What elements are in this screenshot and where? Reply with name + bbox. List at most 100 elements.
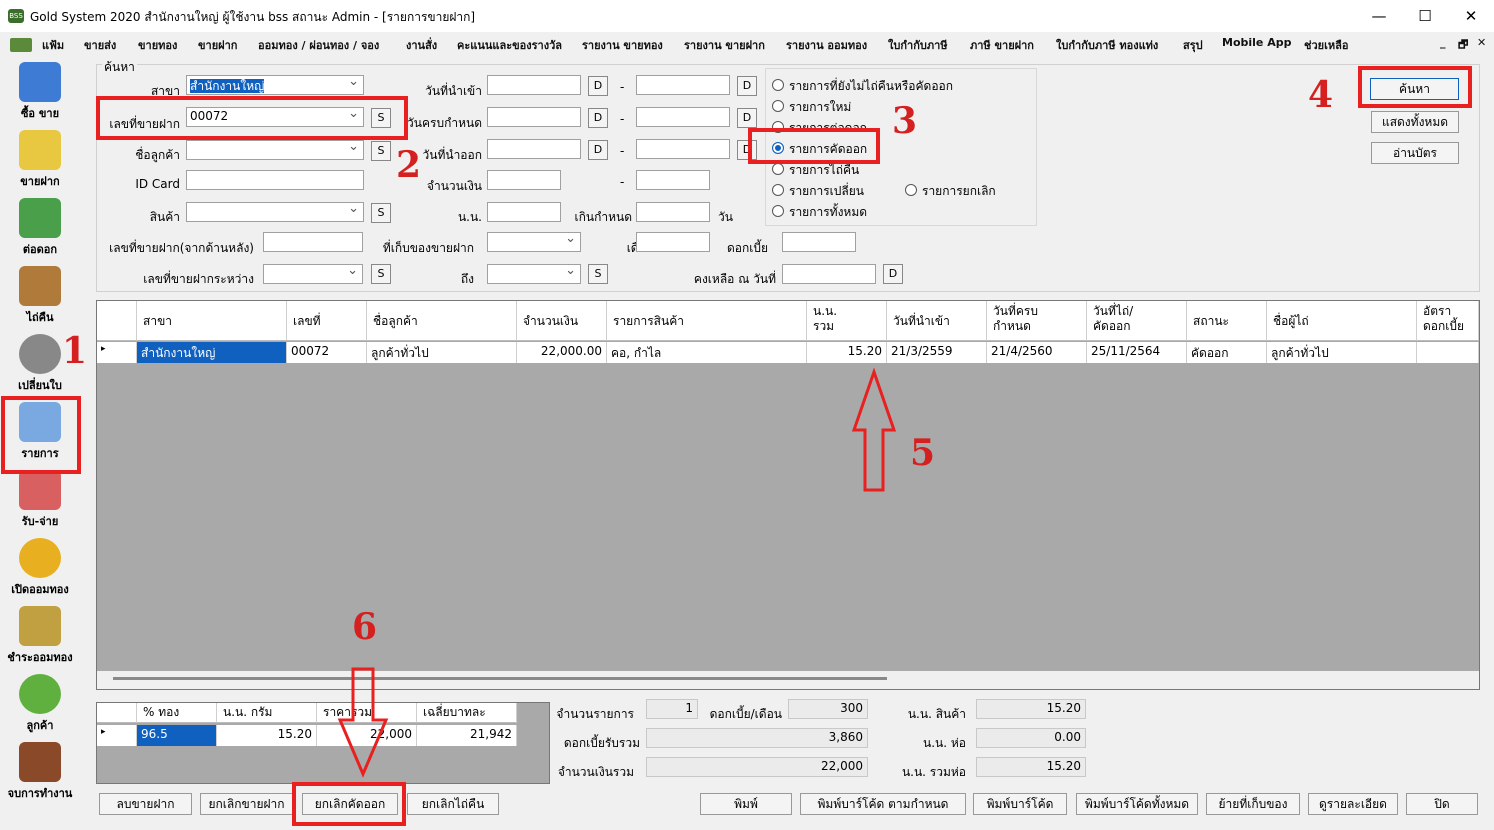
col-product[interactable]: รายการสินค้า bbox=[607, 301, 807, 341]
cancel-pawn-button[interactable]: ยกเลิกขายฝาก bbox=[200, 793, 293, 815]
date-in-from-input[interactable] bbox=[487, 75, 581, 95]
pawn-between-to-select[interactable] bbox=[487, 264, 581, 284]
cell-branch[interactable]: สำนักงานใหญ่ bbox=[137, 342, 287, 363]
menu-report-pawn[interactable]: รายงาน ขายฝาก bbox=[684, 36, 765, 54]
remain-date-input[interactable] bbox=[782, 264, 876, 284]
horizontal-scrollbar[interactable] bbox=[97, 671, 1479, 689]
date-out-from-picker[interactable]: D bbox=[588, 140, 608, 160]
col-customer[interactable]: ชื่อลูกค้า bbox=[367, 301, 517, 341]
gold-cell-weight[interactable]: 15.20 bbox=[217, 725, 317, 746]
due-to-picker[interactable]: D bbox=[737, 108, 757, 128]
pawn-between-from-select[interactable] bbox=[263, 264, 363, 284]
menu-mobile-app[interactable]: Mobile App bbox=[1222, 36, 1291, 49]
pawn-no-search-button[interactable]: S bbox=[371, 108, 391, 128]
radio-changed[interactable]: รายการเปลี่ยน bbox=[772, 182, 864, 201]
col-amount[interactable]: จำนวนเงิน bbox=[517, 301, 607, 341]
menu-tax-pawn[interactable]: ภาษี ขายฝาก bbox=[970, 36, 1034, 54]
maximize-button[interactable]: ☐ bbox=[1402, 0, 1448, 32]
interest-input[interactable] bbox=[782, 232, 856, 252]
cancel-removal-button[interactable]: ยกเลิกคัดออก bbox=[302, 793, 398, 815]
menu-wholesale[interactable]: ขายส่ง bbox=[84, 36, 116, 54]
scrollbar-thumb[interactable] bbox=[113, 677, 887, 680]
month-input[interactable] bbox=[636, 232, 710, 252]
search-button[interactable]: ค้นหา bbox=[1370, 78, 1459, 100]
cell-redeem-date[interactable]: 25/11/2564 bbox=[1087, 342, 1187, 363]
show-all-button[interactable]: แสดงทั้งหมด bbox=[1371, 111, 1459, 133]
pawn-back-input[interactable] bbox=[263, 232, 363, 252]
radio-all[interactable]: รายการทั้งหมด bbox=[772, 203, 867, 222]
date-in-to-picker[interactable]: D bbox=[737, 76, 757, 96]
storage-select[interactable] bbox=[487, 232, 581, 252]
cell-redeemer[interactable]: ลูกค้าทั่วไป bbox=[1267, 342, 1417, 363]
date-in-from-picker[interactable]: D bbox=[588, 76, 608, 96]
menu-orders[interactable]: งานสั่ง bbox=[406, 36, 437, 54]
col-branch[interactable]: สาขา bbox=[137, 301, 287, 341]
due-from-picker[interactable]: D bbox=[588, 108, 608, 128]
menu-report-sell[interactable]: รายงาน ขายทอง bbox=[582, 36, 663, 54]
radio-cancelled[interactable]: รายการยกเลิก bbox=[905, 182, 996, 201]
menu-help[interactable]: ช่วยเหลือ bbox=[1304, 36, 1348, 54]
col-weight[interactable]: น.น. รวม bbox=[807, 301, 887, 341]
print-button[interactable]: พิมพ์ bbox=[700, 793, 792, 815]
radio-not-redeemed[interactable]: รายการที่ยังไม่ไถ่คืนหรือคัดออก bbox=[772, 77, 953, 96]
col-rate[interactable]: อัตรา ดอกเบี้ย bbox=[1417, 301, 1479, 341]
gold-col-percent[interactable]: % ทอง bbox=[137, 703, 217, 723]
cell-number[interactable]: 00072 bbox=[287, 342, 367, 363]
sidebar-item-exit[interactable]: จบการทำงาน bbox=[2, 738, 78, 804]
cell-product[interactable]: คอ, กำไล bbox=[607, 342, 807, 363]
cell-status[interactable]: คัดออก bbox=[1187, 342, 1267, 363]
menu-file[interactable]: แฟ้ม bbox=[42, 36, 64, 54]
cell-rate[interactable] bbox=[1417, 342, 1479, 363]
idcard-input[interactable] bbox=[186, 170, 364, 190]
col-date-in[interactable]: วันที่นำเข้า bbox=[887, 301, 987, 341]
customer-select[interactable] bbox=[186, 140, 364, 160]
due-to-input[interactable] bbox=[636, 107, 730, 127]
date-out-to-picker[interactable]: D bbox=[737, 140, 757, 160]
print-barcode-button[interactable]: พิมพ์บาร์โค้ด bbox=[973, 793, 1067, 815]
cell-weight[interactable]: 15.20 bbox=[807, 342, 887, 363]
overdue-input[interactable] bbox=[636, 202, 710, 222]
radio-new[interactable]: รายการใหม่ bbox=[772, 98, 851, 117]
row-marker[interactable]: ▸ bbox=[97, 342, 137, 363]
menu-points[interactable]: คะแนนและของรางวัล bbox=[457, 36, 562, 54]
branch-select[interactable]: สำนักงานใหญ่ bbox=[186, 75, 364, 95]
date-in-to-input[interactable] bbox=[636, 75, 730, 95]
menu-sell-gold[interactable]: ขายทอง bbox=[138, 36, 177, 54]
col-status[interactable]: สถานะ bbox=[1187, 301, 1267, 341]
menu-savings[interactable]: ออมทอง / ผ่อนทอง / จอง bbox=[258, 36, 379, 54]
mdi-restore-button[interactable]: 🗗 bbox=[1458, 36, 1468, 55]
pawn-no-select[interactable]: 00072 bbox=[186, 107, 364, 127]
col-due[interactable]: วันที่ครบ กำหนด bbox=[987, 301, 1087, 341]
gold-cell-percent[interactable]: 96.5 bbox=[137, 725, 217, 746]
move-storage-button[interactable]: ย้ายที่เก็บของ bbox=[1206, 793, 1300, 815]
col-redeemer[interactable]: ชื่อผู้ไถ่ bbox=[1267, 301, 1417, 341]
date-out-to-input[interactable] bbox=[636, 139, 730, 159]
cell-customer[interactable]: ลูกค้าทั่วไป bbox=[367, 342, 517, 363]
menu-summary[interactable]: สรุป bbox=[1183, 36, 1203, 54]
minimize-button[interactable]: — bbox=[1356, 0, 1402, 32]
cell-due[interactable]: 21/4/2560 bbox=[987, 342, 1087, 363]
gold-row-marker[interactable]: ▸ bbox=[97, 725, 137, 746]
amount-to-input[interactable] bbox=[636, 170, 710, 190]
print-barcode-all-button[interactable]: พิมพ์บาร์โค้ดทั้งหมด bbox=[1076, 793, 1198, 815]
close-form-button[interactable]: ปิด bbox=[1406, 793, 1478, 815]
gold-cell-avg[interactable]: 21,942 bbox=[417, 725, 517, 746]
print-barcode-due-button[interactable]: พิมพ์บาร์โค้ด ตามกำหนด bbox=[800, 793, 966, 815]
sidebar-item-redeem[interactable]: ไถ่คืน bbox=[2, 262, 78, 328]
radio-removed[interactable]: รายการคัดออก bbox=[772, 140, 867, 159]
amount-from-input[interactable] bbox=[487, 170, 561, 190]
menu-report-savings[interactable]: รายงาน ออมทอง bbox=[786, 36, 867, 54]
sidebar-item-customer[interactable]: ลูกค้า bbox=[2, 670, 78, 736]
mdi-minimize-button[interactable]: _ bbox=[1440, 36, 1446, 49]
view-details-button[interactable]: ดูรายละเอียด bbox=[1308, 793, 1398, 815]
sidebar-item-open-savings[interactable]: เปิดออมทอง bbox=[2, 534, 78, 600]
cancel-redeem-button[interactable]: ยกเลิกไถ่คืน bbox=[407, 793, 499, 815]
due-from-input[interactable] bbox=[487, 107, 581, 127]
col-number[interactable]: เลขที่ bbox=[287, 301, 367, 341]
sidebar-item-pawn[interactable]: ขายฝาก bbox=[2, 126, 78, 192]
menu-pawn[interactable]: ขายฝาก bbox=[198, 36, 237, 54]
customer-search-button[interactable]: S bbox=[371, 141, 391, 161]
read-card-button[interactable]: อ่านบัตร bbox=[1371, 142, 1459, 164]
date-out-from-input[interactable] bbox=[487, 139, 581, 159]
radio-redeemed[interactable]: รายการไถ่คืน bbox=[772, 161, 859, 180]
